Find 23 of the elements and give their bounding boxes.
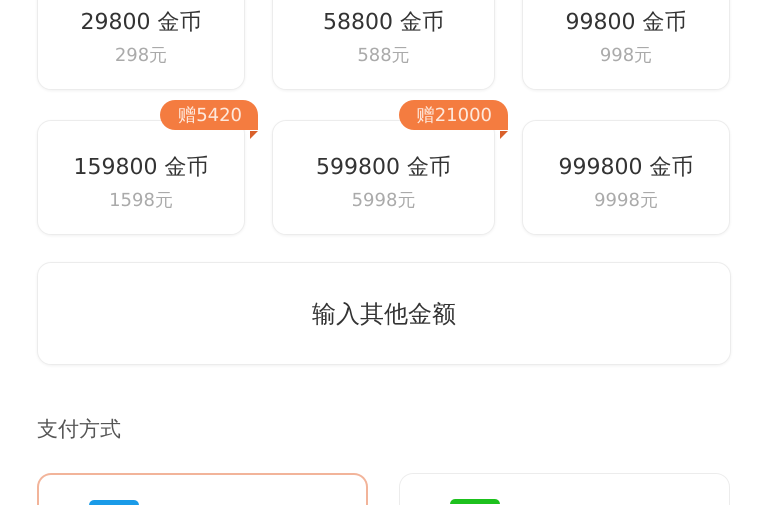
coin-package-card[interactable]: 58800 金币 588元 — [272, 0, 495, 90]
badge-tail-icon — [500, 131, 508, 139]
bonus-badge: 赠5420 — [160, 100, 258, 130]
package-price: 998元 — [600, 44, 652, 66]
coin-amount: 159800 金币 — [74, 154, 208, 182]
bonus-badge: 赠21000 — [398, 100, 508, 130]
package-price: 5998元 — [352, 188, 416, 212]
package-price: 588元 — [357, 44, 410, 66]
coin-package-card[interactable]: 999800 金币 9998元 — [522, 120, 730, 235]
coin-package-card[interactable]: 29800 金币 298元 — [37, 0, 245, 90]
payment-option-card[interactable] — [37, 473, 368, 505]
coin-amount: 999800 金币 — [558, 154, 694, 182]
package-price: 9998元 — [594, 188, 658, 212]
other-amount-button[interactable]: 输入其他金额 — [37, 262, 731, 365]
coin-amount: 599800 金币 — [316, 154, 451, 182]
coin-amount: 99800 金币 — [566, 8, 686, 36]
coin-amount: 29800 金币 — [80, 8, 202, 36]
badge-tail-icon — [250, 131, 258, 139]
package-price: 298元 — [114, 44, 168, 66]
coin-package-card[interactable]: 99800 金币 998元 — [522, 0, 730, 90]
package-price: 1598元 — [109, 188, 173, 212]
coin-amount: 58800 金币 — [323, 8, 444, 36]
payment-section-title: 支付方式 — [37, 416, 122, 443]
